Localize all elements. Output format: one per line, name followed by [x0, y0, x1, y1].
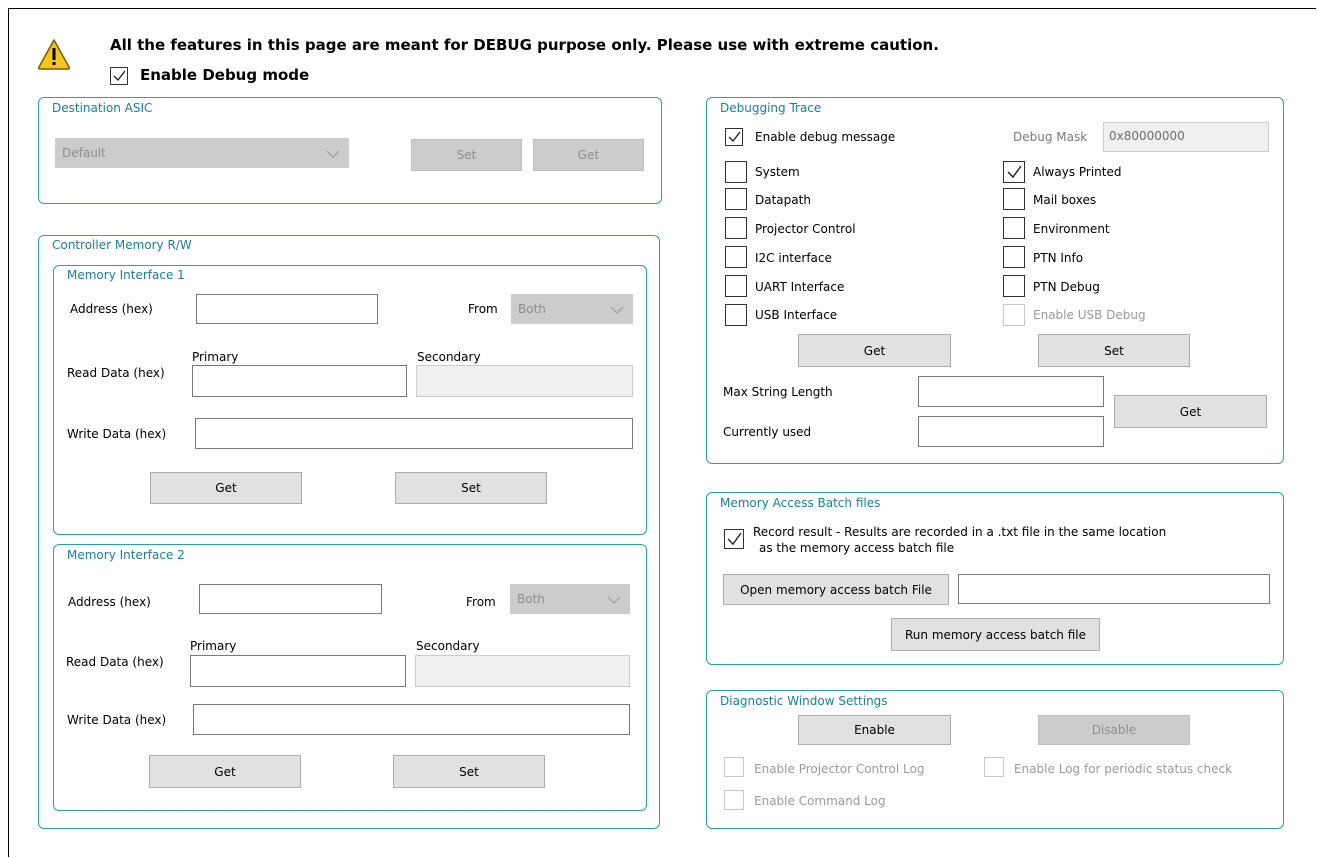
trace-set-button[interactable]: Set — [1038, 334, 1190, 367]
mi1-from-label: From — [468, 302, 498, 316]
batch-files-title: Memory Access Batch files — [718, 496, 883, 510]
trace-option-i2c-checkbox[interactable] — [725, 246, 747, 268]
enable-debug-message-label[interactable]: Enable debug message — [755, 130, 895, 145]
mi2-address-input[interactable] — [199, 584, 382, 614]
diagnostic-enable-button[interactable]: Enable — [798, 715, 951, 745]
periodic-status-log-label: Enable Log for periodic status check — [1014, 762, 1233, 776]
memory-interface-1-title: Memory Interface 1 — [65, 268, 187, 282]
destination-asic-select-value: Default — [62, 146, 106, 160]
max-string-length-label: Max String Length — [723, 385, 833, 399]
string-length-get-button[interactable]: Get — [1114, 395, 1267, 428]
projector-control-log-label: Enable Projector Control Log — [754, 762, 925, 776]
trace-option-i2c-label: I2C interface — [755, 251, 832, 265]
trace-option-ptn-debug-label: PTN Debug — [1033, 280, 1100, 294]
command-log-checkbox — [724, 790, 744, 810]
max-string-length-input[interactable] — [918, 376, 1104, 407]
mi1-primary-label: Primary — [192, 350, 239, 364]
trace-option-datapath-label: Datapath — [755, 193, 811, 207]
destination-asic-select[interactable]: Default — [55, 138, 349, 168]
currently-used-input[interactable] — [918, 416, 1104, 447]
record-result-label-line1: Record result - Results are recorded in … — [753, 525, 1167, 539]
mi2-set-button[interactable]: Set — [393, 755, 545, 788]
trace-option-always-printed-label: Always Printed — [1033, 165, 1122, 179]
destination-asic-title: Destination ASIC — [50, 101, 155, 115]
mi2-read-label: Read Data (hex) — [66, 655, 164, 669]
enable-debug-message-checkbox[interactable] — [725, 128, 743, 146]
chevron-down-icon — [326, 148, 340, 162]
periodic-status-log-checkbox — [984, 757, 1004, 777]
projector-control-log-checkbox — [724, 757, 744, 777]
trace-get-button[interactable]: Get — [798, 334, 951, 367]
run-batch-file-button[interactable]: Run memory access batch file — [891, 618, 1100, 651]
destination-get-button[interactable]: Get — [533, 139, 644, 171]
record-result-label-line2: as the memory access batch file — [759, 541, 955, 555]
mi2-read-secondary-input — [415, 655, 630, 687]
mi2-from-select[interactable]: Both — [510, 584, 630, 614]
mi2-primary-label: Primary — [190, 639, 237, 653]
chevron-down-icon — [610, 304, 624, 318]
warning-icon — [37, 38, 71, 70]
mi1-address-input[interactable] — [196, 294, 378, 324]
trace-option-datapath-checkbox[interactable] — [725, 188, 747, 210]
controller-memory-title: Controller Memory R/W — [50, 238, 194, 252]
mi1-secondary-label: Secondary — [417, 350, 481, 364]
trace-option-projector-control-label: Projector Control — [755, 222, 856, 236]
trace-option-enable-usb-debug-label: Enable USB Debug — [1033, 308, 1146, 322]
trace-option-projector-control-checkbox[interactable] — [725, 217, 747, 239]
mi2-read-primary-input[interactable] — [190, 655, 406, 687]
mi1-write-input[interactable] — [195, 418, 633, 449]
diagnostic-disable-button[interactable]: Disable — [1038, 715, 1190, 745]
enable-debug-checkbox[interactable] — [110, 67, 128, 85]
chevron-down-icon — [607, 594, 621, 608]
trace-option-ptn-info-checkbox[interactable] — [1003, 246, 1025, 268]
mi2-secondary-label: Secondary — [416, 639, 480, 653]
debug-mask-label: Debug Mask — [1013, 130, 1088, 144]
warning-text: All the features in this page are meant … — [110, 36, 939, 54]
mi1-set-button[interactable]: Set — [395, 472, 547, 504]
mi1-address-label: Address (hex) — [70, 302, 153, 316]
trace-option-ptn-info-label: PTN Info — [1033, 251, 1084, 265]
trace-option-usb-label: USB Interface — [755, 308, 838, 322]
trace-option-system-checkbox[interactable] — [725, 161, 747, 183]
trace-option-system-label: System — [755, 165, 800, 179]
trace-option-usb-checkbox[interactable] — [725, 304, 747, 326]
trace-option-environment-checkbox[interactable] — [1003, 217, 1025, 239]
debugging-trace-title: Debugging Trace — [718, 101, 824, 115]
command-log-label: Enable Command Log — [754, 794, 886, 808]
mi1-from-select[interactable]: Both — [511, 294, 633, 324]
trace-option-uart-label: UART Interface — [755, 280, 845, 294]
mi2-address-label: Address (hex) — [68, 595, 151, 609]
mi2-from-label: From — [466, 595, 496, 609]
memory-interface-2-title: Memory Interface 2 — [65, 548, 187, 562]
currently-used-label: Currently used — [723, 425, 812, 439]
trace-option-always-printed-checkbox[interactable] — [1003, 161, 1025, 183]
mi1-read-primary-input[interactable] — [192, 365, 407, 397]
trace-option-uart-checkbox[interactable] — [725, 275, 747, 297]
mi1-read-label: Read Data (hex) — [67, 366, 165, 380]
batch-file-path-input[interactable] — [958, 574, 1270, 604]
diagnostic-settings-title: Diagnostic Window Settings — [718, 694, 890, 708]
trace-option-enable-usb-debug-checkbox — [1003, 304, 1025, 326]
trace-option-ptn-debug-checkbox[interactable] — [1003, 275, 1025, 297]
mi1-get-button[interactable]: Get — [150, 472, 302, 504]
trace-option-mail-boxes-label: Mail boxes — [1033, 193, 1097, 207]
mi1-from-value: Both — [518, 302, 546, 316]
trace-option-environment-label: Environment — [1033, 222, 1110, 236]
record-result-checkbox[interactable] — [724, 529, 744, 549]
mi2-from-value: Both — [517, 592, 545, 606]
mi2-write-label: Write Data (hex) — [67, 713, 167, 727]
mi1-write-label: Write Data (hex) — [67, 427, 167, 441]
debug-mask-input: 0x80000000 — [1103, 122, 1269, 152]
trace-option-mail-boxes-checkbox[interactable] — [1003, 188, 1025, 210]
destination-set-button[interactable]: Set — [411, 139, 522, 171]
mi1-read-secondary-input — [416, 365, 633, 397]
enable-debug-label[interactable]: Enable Debug mode — [140, 66, 309, 84]
mi2-get-button[interactable]: Get — [149, 755, 301, 788]
open-batch-file-button[interactable]: Open memory access batch File — [723, 574, 949, 605]
mi2-write-input[interactable] — [193, 704, 630, 735]
